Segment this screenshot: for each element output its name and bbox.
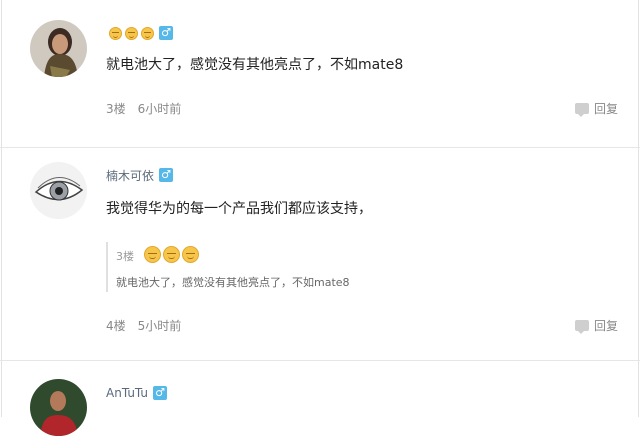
reply-label: 回复 [593,319,618,333]
username[interactable]: AnTuTu [106,386,148,400]
comment-meta: 3楼 6小时前 [106,100,181,117]
quoted-emoji-row [144,246,199,263]
floor-number: 3楼 [106,102,126,116]
quoted-comment-text: 就电池大了，感觉没有其他亮点了，不如mate8 [116,276,350,289]
smirk-emoji-icon [109,26,122,40]
comment-item: 楠木可依 ♂ 我觉得华为的每一个产品我们都应该支持， 3楼 就电池大了，感觉没有… [0,148,640,361]
smirk-emoji-icon [144,246,161,263]
comment-item: ♂ 就电池大了，感觉没有其他亮点了，不如mate8 3楼 6小时前 回复 [0,0,640,148]
smirk-emoji-icon [163,246,180,263]
avatar[interactable] [30,379,87,436]
username-row: 楠木可依 ♂ [106,166,174,184]
avatar[interactable] [30,162,87,219]
smirk-emoji-icon [182,246,199,263]
quoted-comment: 3楼 就电池大了，感觉没有其他亮点了，不如mate8 [106,242,466,292]
timestamp: 5小时前 [137,319,182,333]
reply-button[interactable]: 回复 [574,100,618,117]
male-icon: ♂ [159,168,174,182]
comment-meta: 4楼 5小时前 [106,317,181,334]
quoted-floor-number: 3楼 [116,250,134,263]
male-icon: ♂ [153,386,168,400]
avatar[interactable] [30,20,87,77]
male-icon: ♂ [159,26,173,40]
username-row: ♂ [106,24,173,42]
comment-bubble-icon [574,320,589,334]
username[interactable]: 楠木可依 [106,167,154,184]
comment-text: 就电池大了，感觉没有其他亮点了，不如mate8 [106,57,404,73]
smirk-emoji-icon [125,26,138,40]
floor-number: 4楼 [106,319,126,333]
comment-bubble-icon [574,103,589,117]
smirk-emoji-icon [141,26,154,40]
reply-label: 回复 [593,102,618,116]
username-row: AnTuTu ♂ [106,384,168,402]
comment-text: 我觉得华为的每一个产品我们都应该支持， [106,201,372,217]
reply-button[interactable]: 回复 [574,317,618,334]
comment-item: AnTuTu ♂ [0,361,640,436]
timestamp: 6小时前 [137,102,182,116]
